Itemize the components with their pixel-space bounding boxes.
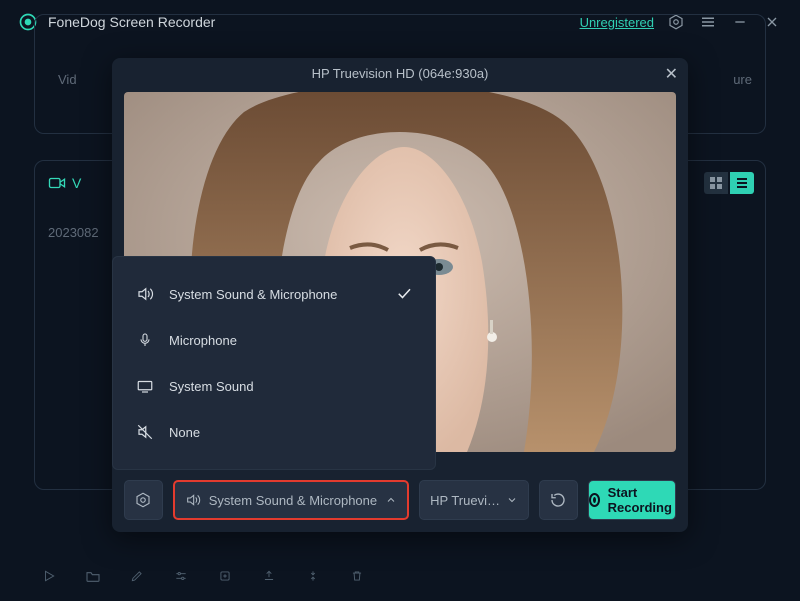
- video-tab[interactable]: V: [48, 175, 81, 191]
- mute-icon: [135, 423, 155, 441]
- view-toggle[interactable]: [704, 172, 754, 194]
- menu-item-system-sound[interactable]: System Sound: [121, 363, 427, 409]
- record-icon: [589, 493, 600, 507]
- edit-icon[interactable]: [128, 567, 146, 585]
- chevron-down-icon: [506, 494, 518, 506]
- recording-list-item[interactable]: 2023082: [48, 225, 99, 240]
- video-tab-label: V: [72, 175, 81, 191]
- camera-selected-label: HP Truevi…: [430, 493, 500, 508]
- audio-source-selector[interactable]: System Sound & Microphone: [173, 480, 409, 520]
- delete-icon[interactable]: [348, 567, 366, 585]
- audio-selected-label: System Sound & Microphone: [209, 493, 377, 508]
- start-recording-label: Start Recording: [608, 485, 675, 515]
- compress-icon[interactable]: [304, 567, 322, 585]
- video-icon: [48, 176, 66, 190]
- bottom-toolbar: [40, 567, 366, 585]
- system-sound-icon: [135, 378, 155, 394]
- mode-left-fragment: Vid: [58, 72, 77, 87]
- speaker-icon: [135, 285, 155, 303]
- modal-title: HP Truevision HD (064e:930a): [312, 66, 489, 81]
- speaker-icon: [185, 492, 201, 508]
- mic-icon: [135, 331, 155, 349]
- mode-right-fragment: ure: [733, 72, 752, 87]
- chevron-up-icon: [385, 494, 397, 506]
- menu-item-system-and-mic[interactable]: System Sound & Microphone: [121, 271, 427, 317]
- recorder-settings-button[interactable]: [124, 480, 163, 520]
- modal-close-icon[interactable]: ✕: [665, 64, 678, 84]
- modal-footer: System Sound & Microphone HP Truevi… Sta…: [124, 480, 676, 520]
- list-view-icon[interactable]: [730, 172, 754, 194]
- audio-source-menu: System Sound & Microphone Microphone Sys…: [112, 256, 436, 470]
- menu-item-microphone[interactable]: Microphone: [121, 317, 427, 363]
- start-recording-button[interactable]: Start Recording: [588, 480, 676, 520]
- grid-view-icon[interactable]: [704, 172, 728, 194]
- menu-item-none[interactable]: None: [121, 409, 427, 455]
- menu-item-label: Microphone: [169, 333, 237, 348]
- convert-icon[interactable]: [216, 567, 234, 585]
- folder-icon[interactable]: [84, 567, 102, 585]
- camera-selector[interactable]: HP Truevi…: [419, 480, 529, 520]
- share-icon[interactable]: [260, 567, 278, 585]
- modal-header: HP Truevision HD (064e:930a) ✕: [112, 58, 688, 88]
- play-icon[interactable]: [40, 567, 58, 585]
- restart-button[interactable]: [539, 480, 578, 520]
- check-icon: [395, 284, 413, 305]
- restart-icon: [549, 491, 567, 509]
- menu-item-label: System Sound: [169, 379, 254, 394]
- menu-item-label: None: [169, 425, 200, 440]
- sliders-icon[interactable]: [172, 567, 190, 585]
- gear-icon: [134, 491, 152, 509]
- menu-item-label: System Sound & Microphone: [169, 287, 337, 302]
